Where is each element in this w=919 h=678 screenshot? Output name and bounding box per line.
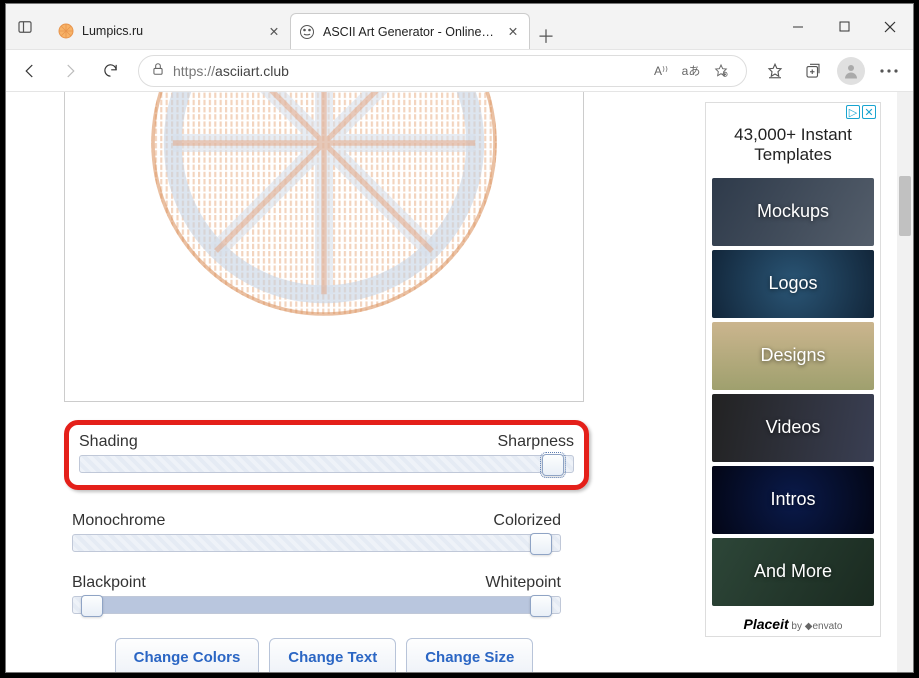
url-text: https://asciiart.club [173,63,289,79]
button-row: Change Colors Change Text Change Size [64,638,584,672]
lock-icon [151,62,165,79]
tab-title: Lumpics.ru [82,24,258,38]
slider-monochrome-colorized: Monochrome Colorized [64,512,569,552]
slider-label-left: Blackpoint [72,574,146,592]
new-tab-button[interactable]: ＋ [530,23,562,49]
toolbar: https://asciiart.club A⁾⁾ aあ [6,50,913,92]
shading-sharpness-slider[interactable] [79,455,574,473]
ad-item-intros[interactable]: Intros [712,466,874,534]
back-button[interactable] [12,55,48,87]
refresh-button[interactable] [92,55,128,87]
ad-item-mockups[interactable]: Mockups [712,178,874,246]
slider-label-right: Whitepoint [485,574,561,592]
scrollbar-thumb[interactable] [899,176,911,236]
tab-strip: Lumpics.ru ✕ ASCII Art Generator - Onlin… [44,4,775,49]
tab-actions-button[interactable] [6,4,44,49]
favorites-button[interactable] [757,55,793,87]
tab-close-icon[interactable]: ✕ [266,23,282,39]
main-column: Shading Sharpness Monochrome Colorized [6,92,646,672]
browser-window: Lumpics.ru ✕ ASCII Art Generator - Onlin… [5,3,914,673]
ad-headline[interactable]: 43,000+ Instant Templates [706,121,880,174]
titlebar: Lumpics.ru ✕ ASCII Art Generator - Onlin… [6,4,913,50]
menu-button[interactable] [871,55,907,87]
favicon-asciiart [299,24,315,40]
blackpoint-whitepoint-slider[interactable] [72,596,561,614]
favorite-icon[interactable] [708,58,734,84]
maximize-button[interactable] [821,4,867,49]
change-size-button[interactable]: Change Size [406,638,533,672]
favicon-lumpics [58,23,74,39]
adchoices-icon[interactable]: ▷ [846,105,860,119]
profile-button[interactable] [833,55,869,87]
ad-sidebar: ▷ ✕ 43,000+ Instant Templates Mockups Lo… [705,102,881,637]
slider-label-left: Monochrome [72,512,165,530]
forward-button[interactable] [52,55,88,87]
ascii-preview [64,92,584,402]
monochrome-colorized-slider[interactable] [72,534,561,552]
address-bar-actions: A⁾⁾ aあ [648,58,734,84]
read-aloud-icon[interactable]: A⁾⁾ [648,58,674,84]
page-content: Shading Sharpness Monochrome Colorized [6,92,913,672]
ad-close-icon[interactable]: ✕ [862,105,876,119]
ad-brand[interactable]: Placeit by ◆envato [706,610,880,636]
tab-lumpics[interactable]: Lumpics.ru ✕ [50,13,290,49]
ad-item-andmore[interactable]: And More [712,538,874,606]
close-window-button[interactable] [867,4,913,49]
slider-thumb-left[interactable] [81,595,103,617]
change-colors-button[interactable]: Change Colors [115,638,260,672]
tab-asciiart[interactable]: ASCII Art Generator - Online "HD" ✕ [290,13,530,49]
vertical-scrollbar[interactable] [897,92,913,672]
toolbar-right [757,55,907,87]
change-text-button[interactable]: Change Text [269,638,396,672]
slider-thumb[interactable] [542,454,564,476]
translate-icon[interactable]: aあ [678,58,704,84]
address-bar[interactable]: https://asciiart.club A⁾⁾ aあ [138,55,747,87]
window-controls [775,4,913,49]
slider-label-right: Colorized [493,512,561,530]
slider-thumb-right[interactable] [530,595,552,617]
tab-title: ASCII Art Generator - Online "HD" [323,25,497,39]
slider-fill [102,597,540,613]
slider-thumb[interactable] [530,533,552,555]
slider-label-left: Shading [79,433,138,451]
ascii-art-image [144,92,504,323]
minimize-button[interactable] [775,4,821,49]
tab-close-icon[interactable]: ✕ [505,24,521,40]
slider-label-right: Sharpness [498,433,575,451]
slider-blackpoint-whitepoint: Blackpoint Whitepoint [64,574,569,614]
ad-item-logos[interactable]: Logos [712,250,874,318]
ad-item-designs[interactable]: Designs [712,322,874,390]
highlighted-slider-shading-sharpness: Shading Sharpness [64,420,589,490]
ad-item-videos[interactable]: Videos [712,394,874,462]
collections-button[interactable] [795,55,831,87]
